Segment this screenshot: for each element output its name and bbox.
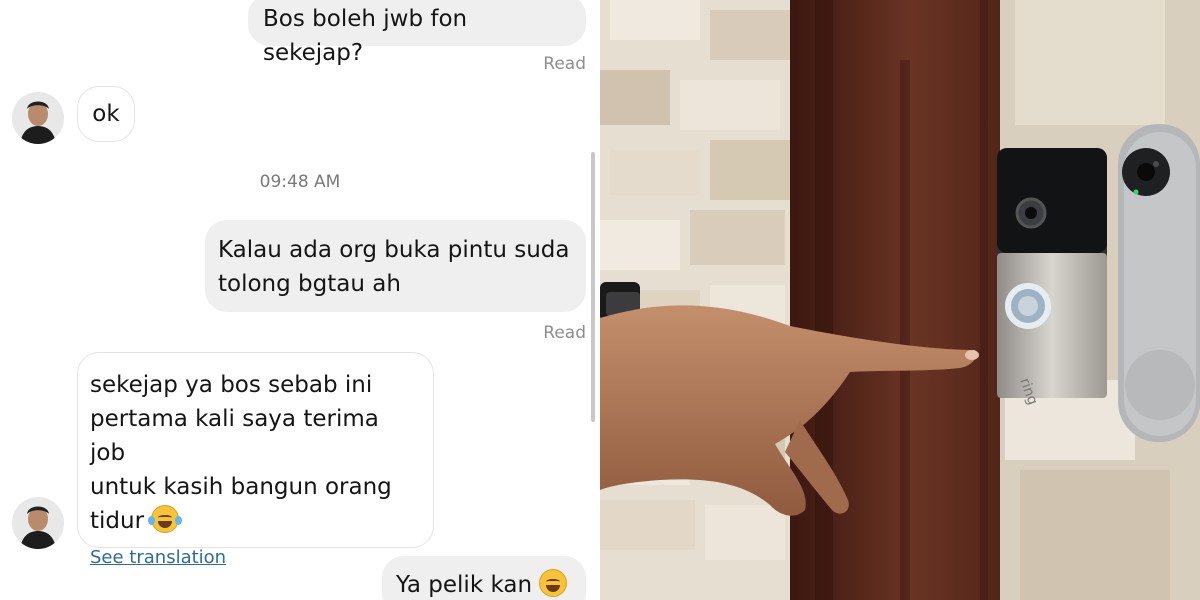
- message-bubble-outgoing[interactable]: Kalau ada org buka pintu suda tolong bgt…: [205, 220, 586, 312]
- ring-doorbell: ring: [997, 148, 1107, 407]
- read-receipt: Read: [543, 323, 586, 343]
- doorbell-photo: ring: [600, 0, 1200, 600]
- message-line: pertama kali saya terima job: [90, 406, 379, 466]
- avatar[interactable]: [12, 92, 64, 144]
- message-line: tidur: [90, 508, 145, 534]
- message-line: Kalau ada org buka pintu suda: [218, 237, 570, 263]
- person-avatar-icon: [12, 92, 64, 144]
- doorbell-illustration: ring: [600, 0, 1200, 600]
- tear-drop-icon: [148, 516, 156, 525]
- chat-panel: Bos boleh jwb fon sekejap? Read ok 09:48…: [0, 0, 600, 600]
- nest-doorbell: [1118, 124, 1200, 442]
- smiling-sweat-emoji: [539, 569, 568, 597]
- message-bubble-outgoing[interactable]: Bos boleh jwb fon sekejap?: [248, 0, 586, 66]
- person-avatar-icon: [12, 497, 64, 549]
- message-bubble-incoming[interactable]: ok: [77, 86, 135, 142]
- avatar[interactable]: [12, 497, 64, 549]
- read-receipt: Read: [543, 54, 586, 74]
- message-bubble-incoming[interactable]: sekejap ya bos sebab ini pertama kali sa…: [77, 352, 434, 568]
- message-line: tolong bgtau ah: [218, 271, 401, 297]
- message-line: sekejap ya bos sebab ini: [90, 372, 373, 398]
- message-text: Bos boleh jwb fon sekejap?: [263, 6, 468, 66]
- see-translation-link[interactable]: See translation: [90, 546, 421, 570]
- tear-drop-icon: [175, 516, 183, 525]
- message-text: Ya pelik kan: [396, 572, 533, 598]
- grinning-squinting-tears-emoji: [148, 505, 183, 533]
- message-text: ok: [92, 101, 120, 127]
- message-line: untuk kasih bangun orang: [90, 474, 392, 500]
- message-timestamp: 09:48 AM: [259, 172, 341, 192]
- message-bubble-outgoing[interactable]: Ya pelik kan: [382, 556, 586, 600]
- scrollbar[interactable]: [591, 152, 595, 422]
